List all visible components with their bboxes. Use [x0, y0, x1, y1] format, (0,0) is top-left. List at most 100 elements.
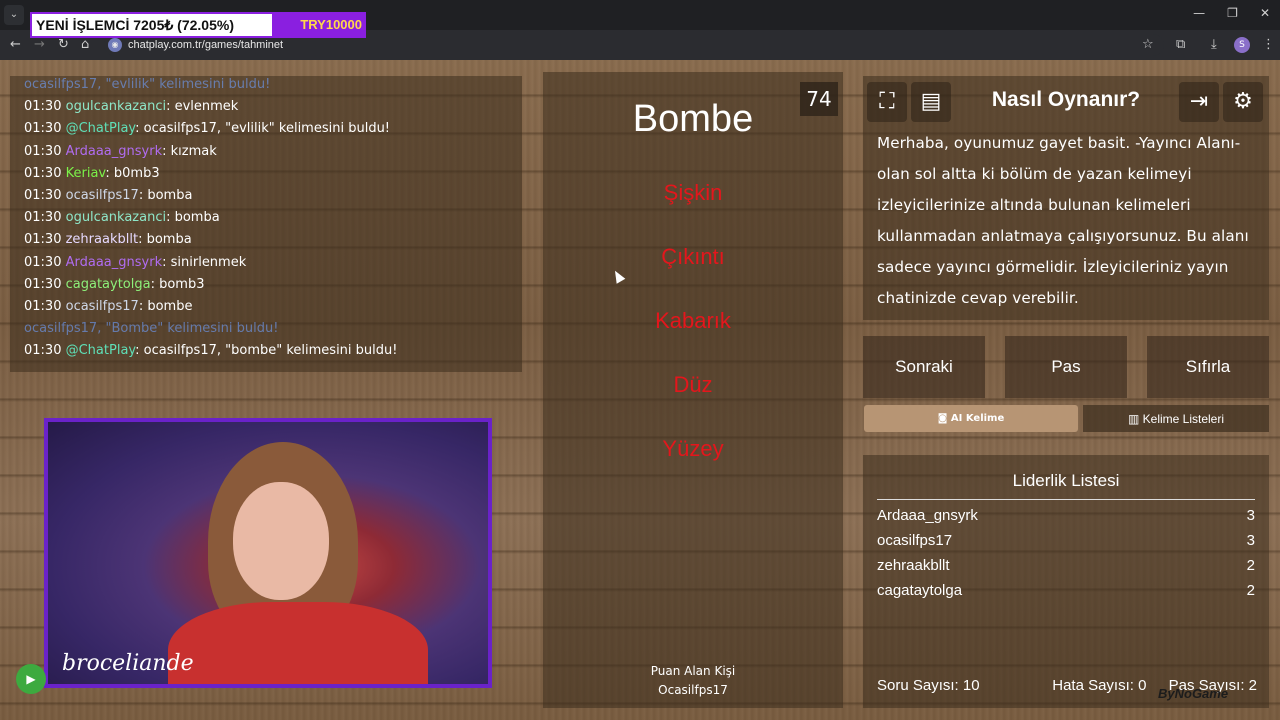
home-icon[interactable]: ⌂	[81, 37, 89, 52]
chat-username[interactable]: Ardaaa_gnsyrk	[66, 144, 163, 159]
chat-text: : bomba	[138, 232, 192, 248]
next-button[interactable]: Sonraki	[863, 336, 985, 398]
download-icon[interactable]: ⤓	[1211, 37, 1217, 52]
chat-username[interactable]: ogulcankazanci	[66, 210, 166, 225]
profile-avatar[interactable]: S	[1234, 37, 1250, 53]
chat-time: 01:30	[24, 99, 62, 115]
chat-time: 01:30	[24, 343, 62, 359]
bookmark-star-icon[interactable]: ☆	[1142, 37, 1154, 52]
chat-time: 01:30	[24, 210, 62, 226]
leader-score: 2	[1246, 557, 1255, 574]
back-icon[interactable]: ←	[10, 37, 21, 52]
chat-message: 01:30 ocasilfps17: bomba	[24, 185, 508, 207]
leader-name: zehraakbllt	[877, 557, 950, 574]
chat-username[interactable]: ocasilfps17, "evlilik" kelimesini buldu!	[24, 77, 270, 92]
tab-search-button[interactable]: ⌄	[4, 5, 24, 25]
leader-name: cagataytolga	[877, 582, 963, 599]
chat-message: 01:30 Ardaaa_gnsyrk: kızmak	[24, 141, 508, 163]
chat-message: ocasilfps17, "Bombe" kelimesini buldu!	[24, 318, 508, 340]
forbidden-word: Yüzey	[662, 436, 724, 461]
close-icon[interactable]: ✕	[1260, 6, 1270, 20]
chat-time: 01:30	[24, 165, 62, 181]
chat-username[interactable]: Keriav	[66, 166, 106, 181]
settings-gear-icon[interactable]: ⚙	[1223, 82, 1263, 122]
donation-goal-banner: YENİ İŞLEMCİ 7205₺ (72.05%) TRY10000	[30, 12, 366, 38]
chat-time: 01:30	[24, 254, 62, 270]
webcam-video: broceliande	[48, 422, 488, 684]
minimize-icon[interactable]: —	[1193, 6, 1205, 20]
site-info-icon[interactable]: ◉	[108, 38, 122, 52]
ai-word-label: AI Kelime	[950, 413, 1005, 424]
chat-time: 01:30	[24, 299, 62, 315]
leaderboard-row: Ardaaa_gnsyrk 3	[877, 507, 1255, 524]
chat-text: : b0mb3	[105, 165, 160, 181]
chat-username[interactable]: ocasilfps17, "Bombe" kelimesini buldu!	[24, 321, 278, 336]
word-lists-label: Kelime Listeleri	[1142, 412, 1225, 426]
banner-goal-amount: TRY10000	[300, 17, 362, 32]
chat-text: : sinirlenmek	[162, 254, 247, 270]
leaderboard-row: ocasilfps17 3	[877, 532, 1255, 549]
chat-message: 01:30 Ardaaa_gnsyrk: sinirlenmek	[24, 252, 508, 274]
leaderboard-row: cagataytolga 2	[877, 582, 1255, 599]
robot-icon: ◙	[937, 413, 951, 424]
forbidden-word: Şişkin	[663, 180, 723, 205]
chat-text: : ocasilfps17, "bombe" kelimesini buldu!	[135, 343, 398, 359]
leaderboard-title: Liderlik Listesi	[877, 471, 1255, 500]
restore-icon[interactable]: ❐	[1227, 6, 1238, 20]
error-count: Hata Sayısı: 0	[1052, 677, 1147, 694]
leader-score: 3	[1246, 507, 1255, 524]
scorer-info: Puan Alan Kişi Ocasilfps17	[543, 662, 843, 700]
chat-time: 01:30	[24, 121, 62, 137]
chat-text: : bombe	[138, 299, 193, 315]
leader-name: ocasilfps17	[877, 532, 953, 549]
chat-message: 01:30 zehraakbllt: bomba	[24, 229, 508, 251]
logout-icon[interactable]: ⇥	[1179, 82, 1219, 122]
notes-icon[interactable]: ▤	[911, 82, 951, 122]
streamer-name: broceliande	[62, 651, 194, 676]
chat-username[interactable]: @ChatPlay	[66, 121, 136, 136]
leader-score: 2	[1246, 582, 1255, 599]
chat-text: : kızmak	[162, 143, 217, 159]
chat-message: 01:30 @ChatPlay: ocasilfps17, "bombe" ke…	[24, 340, 508, 362]
chat-message: ocasilfps17, "evlilik" kelimesini buldu!	[24, 76, 508, 96]
overlay-widget-icon[interactable]: ▶	[16, 664, 46, 694]
webcam-figure-body	[168, 602, 428, 684]
extensions-icon[interactable]: ⧉	[1176, 37, 1185, 52]
chat-time: 01:30	[24, 143, 62, 159]
leaderboard-row: zehraakbllt 2	[877, 557, 1255, 574]
scorer-name: Ocasilfps17	[658, 683, 728, 697]
pass-button[interactable]: Pas	[1005, 336, 1127, 398]
chat-username[interactable]: Ardaaa_gnsyrk	[66, 255, 163, 270]
chat-message: 01:30 ogulcankazanci: bomba	[24, 207, 508, 229]
ai-word-button[interactable]: ◙ AI Kelime	[864, 405, 1078, 432]
chat-message: 01:30 Keriav: b0mb3	[24, 163, 508, 185]
chat-time: 01:30	[24, 232, 62, 248]
chat-username[interactable]: ogulcankazanci	[66, 99, 166, 114]
question-count: Soru Sayısı: 10	[877, 677, 980, 694]
fullscreen-icon[interactable]: ⛶	[867, 82, 907, 122]
menu-kebab-icon[interactable]: ⋮	[1262, 37, 1275, 52]
banner-goal-text: YENİ İŞLEMCİ 7205₺ (72.05%)	[32, 14, 272, 36]
chat-username[interactable]: @ChatPlay	[66, 343, 136, 358]
leader-score: 3	[1246, 532, 1255, 549]
chat-username[interactable]: cagataytolga	[66, 277, 151, 292]
forbidden-word: Kabarık	[655, 308, 731, 333]
target-word: Bombe	[632, 98, 754, 140]
webcam-figure-face	[233, 482, 329, 600]
chat-username[interactable]: zehraakbllt	[66, 232, 138, 247]
forward-icon[interactable]: →	[34, 37, 45, 52]
chat-text: : ocasilfps17, "evlilik" kelimesini buld…	[135, 121, 391, 137]
how-to-play-text: Merhaba, oyunumuz gayet basit. -Yayıncı …	[877, 134, 1249, 307]
word-panel: 74 Bombe Şişkin Çıkıntı Kabarık Düz Yüze…	[543, 72, 843, 708]
chat-username[interactable]: ocasilfps17	[66, 299, 139, 314]
chat-username[interactable]: ocasilfps17	[66, 188, 139, 203]
chat-message: 01:30 ogulcankazanci: evlenmek	[24, 96, 508, 118]
chat-time: 01:30	[24, 276, 62, 292]
word-lists-button[interactable]: ▥ Kelime Listeleri	[1083, 405, 1269, 432]
reload-icon[interactable]: ↻	[58, 37, 69, 52]
url-text: chatplay.com.tr/games/tahminet	[128, 39, 284, 51]
chat-message: 01:30 cagataytolga: bomb3	[24, 274, 508, 296]
reset-button[interactable]: Sıfırla	[1147, 336, 1269, 398]
chat-message: 01:30 ocasilfps17: bombe	[24, 296, 508, 318]
webcam-frame: broceliande	[44, 418, 492, 688]
